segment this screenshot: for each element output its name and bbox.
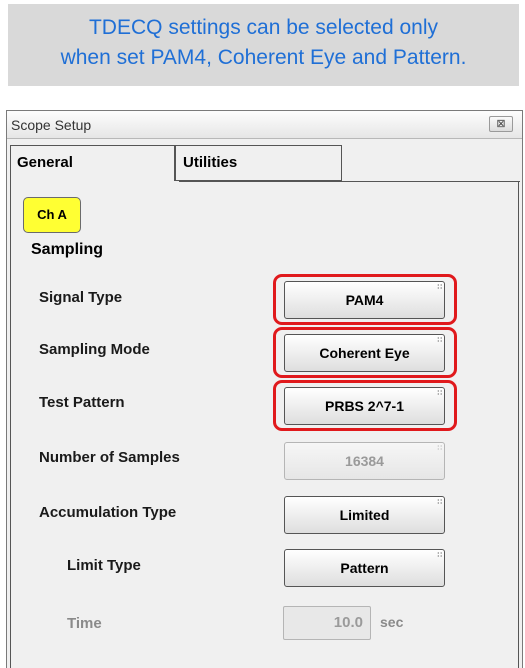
instruction-note: TDECQ settings can be selected only when… xyxy=(8,4,519,86)
more-options-icon: ∷ xyxy=(437,499,443,506)
number-of-samples-label: Number of Samples xyxy=(39,449,180,466)
scope-setup-dialog: Scope Setup ⊠ General Utilities Ch A Sam… xyxy=(6,110,523,668)
general-panel: Ch A Sampling Signal Type PAM4 ∷ Samplin… xyxy=(10,181,520,668)
accumulation-type-label: Accumulation Type xyxy=(39,504,177,521)
time-input: 10.0 xyxy=(283,606,371,640)
signal-type-label: Signal Type xyxy=(39,289,123,306)
channel-a-button[interactable]: Ch A xyxy=(23,197,81,233)
limit-type-value: Pattern xyxy=(340,560,389,576)
signal-type-button[interactable]: PAM4 ∷ xyxy=(284,281,445,319)
more-options-icon: ∷ xyxy=(437,284,443,291)
more-options-icon: ∷ xyxy=(437,390,443,397)
sampling-mode-button[interactable]: Coherent Eye ∷ xyxy=(284,334,445,372)
number-of-samples-value: 16384 xyxy=(345,453,384,469)
dialog-title: Scope Setup xyxy=(11,117,92,133)
time-unit: sec xyxy=(380,614,404,630)
test-pattern-value: PRBS 2^7-1 xyxy=(325,398,404,414)
number-of-samples-field: 16384 ∷ xyxy=(284,442,445,480)
tab-utilities[interactable]: Utilities xyxy=(175,145,342,181)
tab-general[interactable]: General xyxy=(10,145,175,181)
limit-type-button[interactable]: Pattern ∷ xyxy=(284,549,445,587)
more-options-icon: ∷ xyxy=(437,552,443,559)
close-icon: ⊠ xyxy=(496,118,506,130)
dialog-titlebar: Scope Setup ⊠ xyxy=(7,111,522,139)
tab-divider xyxy=(179,181,520,182)
accumulation-type-button[interactable]: Limited ∷ xyxy=(284,496,445,534)
sampling-mode-label: Sampling Mode xyxy=(39,341,150,358)
sampling-section-title: Sampling xyxy=(31,241,104,258)
time-label: Time xyxy=(67,615,102,632)
instruction-line-2: when set PAM4, Coherent Eye and Pattern. xyxy=(60,46,467,69)
sampling-mode-value: Coherent Eye xyxy=(319,345,410,361)
close-button[interactable]: ⊠ xyxy=(489,116,513,132)
accumulation-type-value: Limited xyxy=(339,507,390,523)
limit-type-label: Limit Type xyxy=(67,557,141,574)
more-options-icon: ∷ xyxy=(437,337,443,344)
signal-type-value: PAM4 xyxy=(345,292,384,308)
tab-strip: General Utilities xyxy=(7,139,522,181)
instruction-line-1: TDECQ settings can be selected only xyxy=(88,16,438,39)
test-pattern-label: Test Pattern xyxy=(39,394,125,411)
more-options-icon: ∷ xyxy=(437,445,443,452)
test-pattern-button[interactable]: PRBS 2^7-1 ∷ xyxy=(284,387,445,425)
